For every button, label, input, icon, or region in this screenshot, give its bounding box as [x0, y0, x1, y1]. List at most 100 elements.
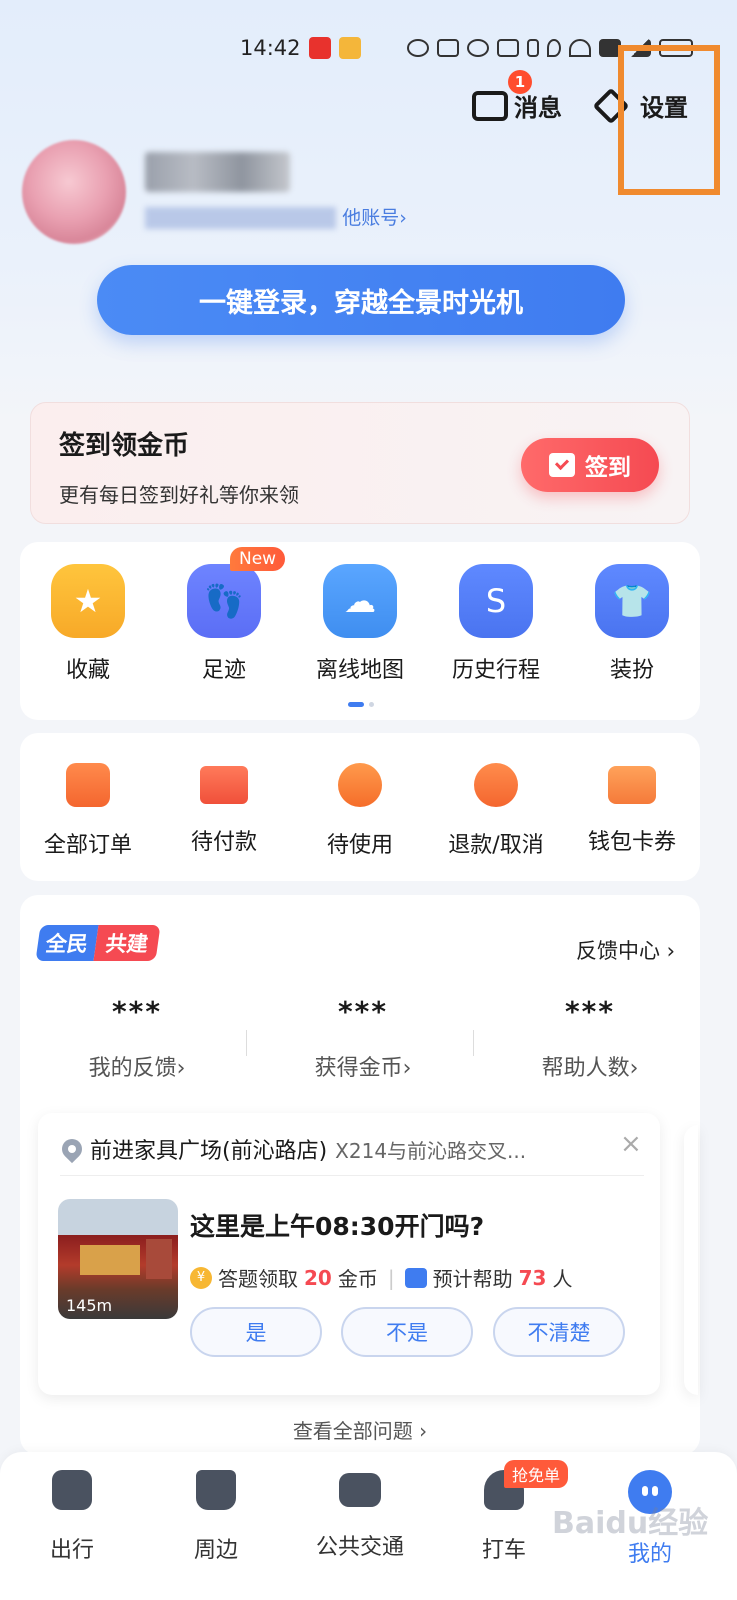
stat-label: 我的反馈› [88, 1056, 186, 1081]
nav-travel[interactable]: 出行 [12, 1470, 132, 1564]
footprint-icon: 👣 [187, 564, 261, 638]
place-address: X214与前沁路交叉... [335, 1138, 527, 1163]
divider [246, 1030, 247, 1056]
orders-card: 全部订单 待付款 待使用 退款/取消 钱包卡券 [20, 733, 700, 881]
avatar[interactable] [22, 140, 126, 244]
stat-my-feedback[interactable]: *** 我的反馈› [24, 995, 250, 1082]
cloud-download-icon: ☁ [323, 564, 397, 638]
divider [60, 1175, 644, 1176]
bag-icon [196, 1470, 236, 1510]
other-account-label: 他账号› [342, 207, 407, 229]
quick-actions-card: ★ 收藏 👣 New 足迹 ☁ 离线地图 S 历史行程 👕 装扮 [20, 542, 700, 720]
route-icon: S [459, 564, 533, 638]
nav-taxi[interactable]: 抢免单 打车 [444, 1460, 569, 1564]
watermark: Baidu经验 [552, 1506, 709, 1541]
message-square-icon [404, 1267, 427, 1288]
signin-button[interactable]: 签到 [521, 438, 659, 492]
travel-icon [52, 1470, 92, 1510]
quick-action-offline-map[interactable]: ☁ 离线地图 [300, 564, 420, 684]
order-refund[interactable]: 退款/取消 [428, 763, 564, 859]
quick-action-label: 历史行程 [451, 658, 540, 683]
card-icon [200, 766, 248, 804]
quick-action-label: 足迹 [201, 658, 246, 683]
alarm-icon [466, 39, 489, 57]
next-question-card-peek [684, 1125, 698, 1395]
refund-icon [474, 763, 518, 807]
shirt-icon: 👕 [595, 564, 669, 638]
question-place[interactable]: 前进家具广场(前沁路店) X214与前沁路交叉... [57, 1133, 527, 1165]
stat-label: 获得金币› [314, 1056, 412, 1081]
signin-subtitle: 更有每日签到好礼等你来领 [59, 483, 299, 507]
wallet-icon [608, 766, 656, 804]
location-icon [546, 39, 561, 57]
answer-unsure-button[interactable]: 不清楚 [493, 1307, 625, 1357]
eye-icon [406, 39, 429, 57]
community-logo: 全民 共建 [35, 925, 161, 961]
stat-helped[interactable]: *** 帮助人数› [477, 995, 703, 1082]
place-name: 前进家具广场(前沁路店) [90, 1139, 328, 1164]
pager-dot-active [348, 702, 364, 707]
order-wallet[interactable]: 钱包卡券 [564, 763, 700, 856]
calendar-check-icon [549, 453, 575, 477]
stat-value: *** [112, 995, 162, 1028]
wifi-icon [568, 39, 591, 57]
stat-value: *** [338, 995, 388, 1028]
order-label: 退款/取消 [448, 833, 544, 858]
signin-card: 签到领金币 更有每日签到好礼等你来领 签到 [30, 402, 690, 524]
answer-no-button[interactable]: 不是 [341, 1307, 473, 1357]
quick-action-history-trips[interactable]: S 历史行程 [436, 564, 556, 684]
switch-account-link[interactable]: xxxxxxxxxxxxxxxxx 他账号› [145, 203, 407, 230]
stat-value: *** [565, 995, 615, 1028]
distance-label: 145m [66, 1296, 113, 1315]
divider [473, 1030, 474, 1056]
view-all-questions-link[interactable]: 查看全部问题 › [20, 1415, 700, 1444]
order-pending-payment[interactable]: 待付款 [156, 763, 292, 856]
app-notification-icon [308, 37, 331, 59]
app-notification-icon-2 [338, 37, 361, 59]
order-label: 待使用 [326, 833, 393, 858]
free-ride-badge: 抢免单 [504, 1460, 569, 1488]
location-pin-icon [57, 1134, 87, 1164]
messages-badge: 1 [508, 70, 532, 94]
new-badge: New [230, 547, 286, 571]
one-click-login-button[interactable]: 一键登录，穿越全景时光机 [97, 265, 625, 335]
quick-action-label: 收藏 [65, 658, 110, 683]
nav-label: 周边 [193, 1538, 238, 1563]
stat-label: 帮助人数› [541, 1056, 639, 1081]
order-all[interactable]: 全部订单 [20, 763, 156, 859]
logo-part-b: 共建 [93, 925, 161, 961]
clock-icon [338, 763, 382, 807]
answer-yes-button[interactable]: 是 [190, 1307, 322, 1357]
quick-action-favorites[interactable]: ★ 收藏 [28, 564, 148, 684]
order-to-use[interactable]: 待使用 [292, 763, 428, 859]
nav-nearby[interactable]: 周边 [156, 1470, 276, 1564]
nav-label: 出行 [49, 1538, 94, 1563]
highlight-box [618, 45, 720, 195]
quick-action-dress-up[interactable]: 👕 装扮 [572, 564, 692, 684]
quick-action-label: 装扮 [609, 658, 654, 683]
feedback-center-link[interactable]: 反馈中心 [576, 935, 675, 965]
coin-icon: ¥ [190, 1266, 212, 1289]
logo-part-a: 全民 [35, 925, 99, 961]
bus-stop-icon [339, 1473, 381, 1507]
quick-action-footprint[interactable]: 👣 New 足迹 [164, 547, 286, 684]
question-text: 这里是上午08:30开门吗? [190, 1212, 485, 1241]
star-icon: ★ [51, 564, 125, 638]
signin-button-label: 签到 [585, 455, 631, 481]
question-reward: ¥ 答题领取 20 金币 | 预计帮助 73 人 [190, 1263, 572, 1292]
community-card: 全民 共建 反馈中心 *** 我的反馈› *** 获得金币› *** 帮助人数›… [20, 895, 700, 1455]
order-label: 待付款 [190, 830, 257, 855]
signin-title: 签到领金币 [59, 431, 190, 461]
pager-dots [348, 702, 374, 707]
nav-label: 打车 [481, 1538, 526, 1563]
close-icon[interactable]: × [620, 1129, 642, 1159]
order-icon [66, 763, 110, 807]
nav-label: 公共交通 [315, 1535, 404, 1560]
message-icon [472, 90, 508, 121]
nfc-icon [436, 39, 459, 57]
stat-coins[interactable]: *** 获得金币› [250, 995, 476, 1082]
place-photo[interactable]: 145m [58, 1199, 178, 1319]
messages-button[interactable]: 消息 1 [472, 70, 562, 123]
nav-public-transit[interactable]: 公共交通 [300, 1470, 420, 1561]
headphones-icon [496, 39, 519, 57]
